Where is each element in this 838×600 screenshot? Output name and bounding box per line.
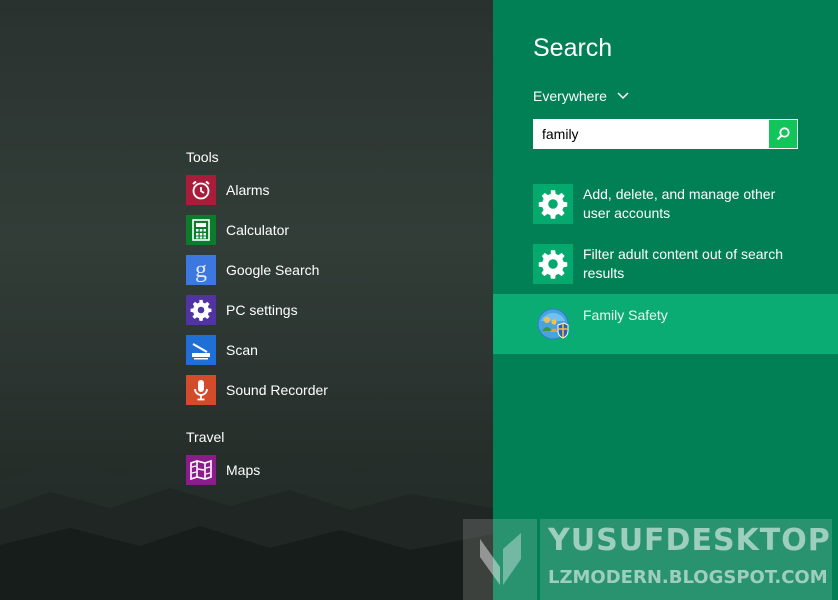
watermark-url: LZMODERN.BLOGSPOT.COM [548, 567, 828, 588]
app-label: Calculator [226, 222, 290, 238]
watermark-title: YUSUFDESKTOP [548, 523, 831, 558]
app-alarms[interactable]: Alarms [186, 175, 446, 205]
app-label: PC settings [226, 302, 298, 318]
search-result[interactable]: Add, delete, and manage other user accou… [493, 174, 838, 234]
mountains-image [0, 450, 493, 600]
app-label: Alarms [226, 182, 270, 198]
search-result-selected[interactable]: Family Safety [493, 294, 838, 354]
search-icon [776, 127, 790, 141]
watermark-logo [463, 519, 537, 600]
app-label: Sound Recorder [226, 382, 328, 398]
search-box [533, 119, 798, 149]
watermark-text-box: YUSUFDESKTOP LZMODERN.BLOGSPOT.COM [540, 519, 832, 600]
map-icon [186, 455, 216, 485]
scope-dropdown[interactable]: Everywhere [533, 86, 629, 106]
watermark: YUSUFDESKTOP LZMODERN.BLOGSPOT.COM [463, 519, 838, 600]
app-pc-settings[interactable]: PC settings [186, 295, 446, 325]
family-safety-icon [533, 304, 573, 344]
gear-icon [533, 244, 573, 284]
app-calculator[interactable]: Calculator [186, 215, 446, 245]
alarm-clock-icon [186, 175, 216, 205]
app-google-search[interactable]: g Google Search [186, 255, 446, 285]
scope-label: Everywhere [533, 88, 607, 104]
group-header-travel: Travel [186, 429, 225, 445]
app-maps[interactable]: Maps [186, 455, 446, 485]
app-sound-recorder[interactable]: Sound Recorder [186, 375, 446, 405]
gear-icon [186, 295, 216, 325]
app-scan[interactable]: Scan [186, 335, 446, 365]
search-input[interactable] [533, 120, 765, 148]
search-pane: Search Everywhere Add, delete, and manag… [493, 0, 838, 600]
chevron-down-icon [617, 92, 629, 100]
result-label: Filter adult content out of search resul… [583, 246, 783, 281]
result-label: Add, delete, and manage other user accou… [583, 186, 776, 221]
result-label: Family Safety [583, 307, 668, 323]
microphone-icon [186, 375, 216, 405]
scanner-icon [186, 335, 216, 365]
app-label: Google Search [226, 262, 320, 278]
calculator-icon [186, 215, 216, 245]
group-header-tools: Tools [186, 149, 219, 165]
app-label: Maps [226, 462, 261, 478]
search-result[interactable]: Filter adult content out of search resul… [493, 234, 838, 294]
google-icon: g [186, 255, 216, 285]
gear-icon [533, 184, 573, 224]
pane-title: Search [533, 34, 613, 62]
app-label: Scan [226, 342, 258, 358]
svg-text:g: g [195, 257, 207, 283]
search-button[interactable] [769, 120, 797, 148]
